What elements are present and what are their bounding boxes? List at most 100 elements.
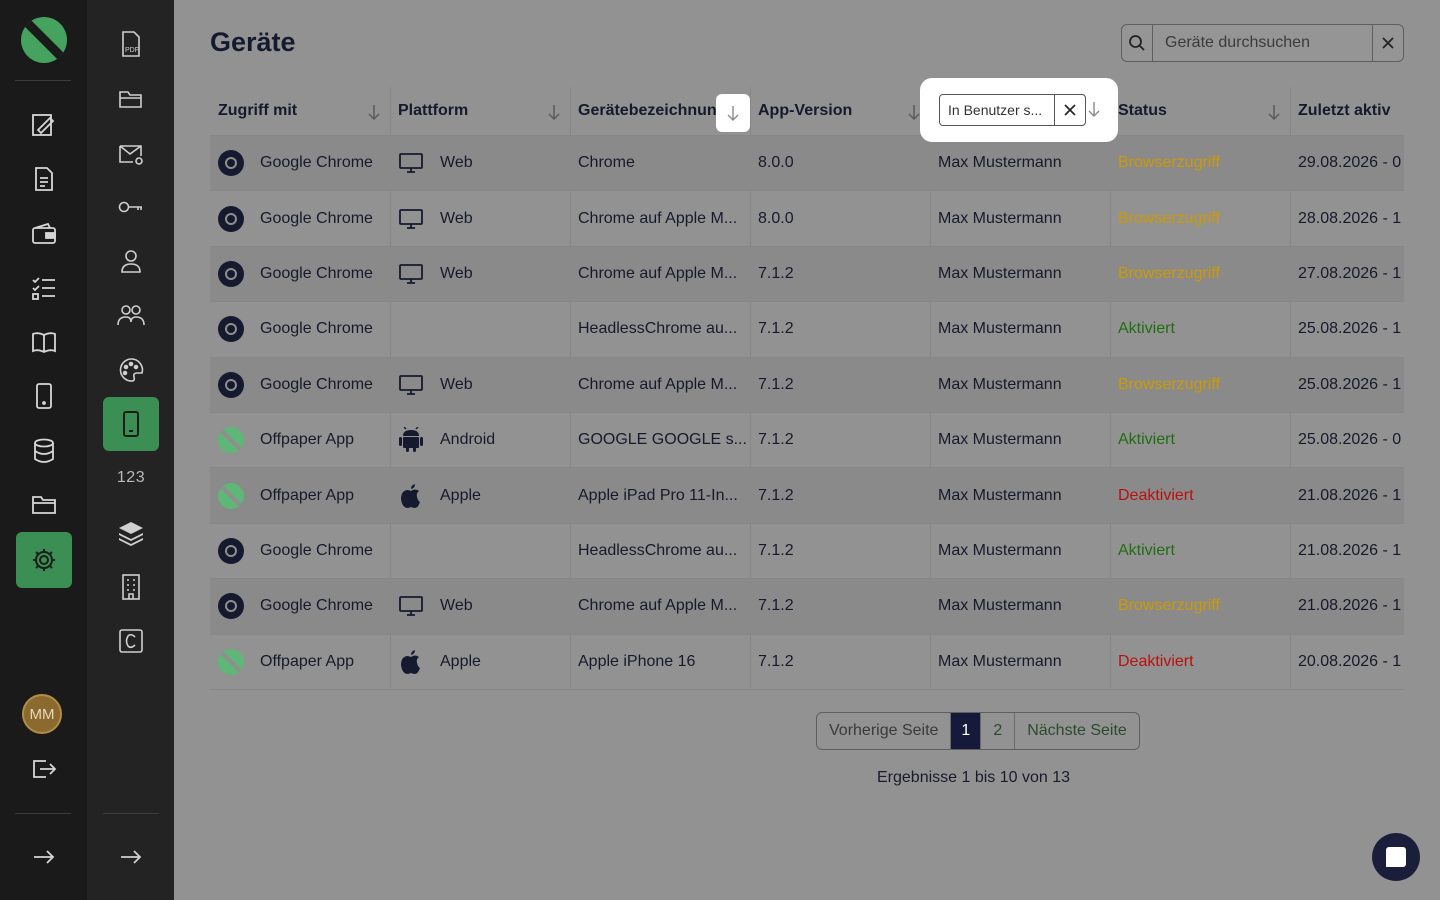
cell-user: Max Mustermann [938,320,1062,338]
table-row[interactable]: Google Chrome Web Chrome auf Apple M... 8.0… [210,190,1404,245]
platform-label: Web [440,597,473,615]
book-icon[interactable] [16,318,72,366]
device-search[interactable] [1121,24,1404,62]
cell-status: Deaktiviert [1118,652,1194,670]
access-label: Google Chrome [260,320,373,338]
divider [15,80,71,81]
platform-label: Android [440,431,496,449]
divider [15,813,71,814]
copyright-c-icon[interactable] [103,617,159,665]
cell-app-version: 7.1.2 [758,597,794,615]
prev-page-button[interactable]: Vorherige Seite [817,713,950,749]
access-label: Google Chrome [260,264,373,282]
palette-icon[interactable] [103,346,159,394]
cell-status: Browserzugriff [1118,154,1220,172]
column-header-label: App-Version [758,102,853,119]
app-logo[interactable] [21,17,67,63]
cell-access: Google Chrome [210,524,390,578]
access-label: Offpaper App [260,431,354,449]
table-row[interactable]: Offpaper App Android GOOGLE GOOGLE s... 7.1… [210,411,1404,467]
cell-platform: Web [390,358,570,412]
cell-device-name: HeadlessChrome au... [578,541,738,559]
search-icon[interactable] [1122,25,1153,61]
cell-app-version: 7.1.2 [758,652,794,670]
table-row[interactable]: Offpaper App Apple Apple iPhone 16 7.1.2 Max… [210,633,1404,689]
mail-at-icon[interactable] [103,130,159,178]
desktop-icon [398,372,424,398]
offpaper-icon [218,482,244,509]
cell-platform: Web [390,579,570,633]
database-icon[interactable] [16,427,72,475]
cell-app-version: 7.1.2 [758,541,794,559]
user-filter-field[interactable] [939,94,1086,126]
search-input[interactable] [1153,25,1372,61]
cell-status: Aktiviert [1118,541,1175,559]
column-header-plattform[interactable]: Plattform [390,87,570,135]
column-header-status[interactable]: Status [1110,87,1290,135]
cell-platform: Web [390,247,570,301]
main-content: Geräte Zugriff mit Plattform Gerätebezeich… [174,0,1440,900]
sort-arrow-icon[interactable] [1088,101,1100,122]
sort-arrow-icon[interactable] [368,104,380,125]
cell-user: Max Mustermann [938,541,1062,559]
sort-arrow-icon[interactable] [1268,104,1280,125]
chat-button[interactable] [1372,833,1420,881]
table-row[interactable]: Google Chrome Web Chrome 8.0.0 Max Musterman… [210,135,1404,191]
table-row[interactable]: Google Chrome Web Chrome auf Apple M... 7.1… [210,578,1404,634]
platform-label: Web [440,264,473,282]
building-icon[interactable] [103,563,159,611]
cell-app-version: 8.0.0 [758,209,794,227]
folder-icon[interactable] [16,480,72,528]
cell-platform: Web [390,191,570,245]
cell-status: Aktiviert [1118,431,1175,449]
close-icon[interactable] [1372,25,1403,61]
cell-app-version: 7.1.2 [758,431,794,449]
cell-access: Google Chrome [210,358,390,412]
table-row[interactable]: Google Chrome HeadlessChrome au... 7.1.2 Ma… [210,301,1404,356]
cell-device-name: HeadlessChrome au... [578,320,738,338]
folder-open-icon[interactable] [103,75,159,123]
table-row[interactable]: Google Chrome Web Chrome auf Apple M... 7.1… [210,245,1404,302]
sort-arrow-icon[interactable] [548,104,560,125]
key-icon[interactable] [103,183,159,231]
column-header-zuletzt-aktiv[interactable]: Zuletzt aktiv [1290,87,1404,135]
page-1-button[interactable]: 1 [950,713,981,749]
cell-platform: Apple [390,635,570,689]
table-row[interactable]: Google Chrome Web Chrome auf Apple M... 7.1… [210,356,1404,412]
logout-icon[interactable] [16,745,72,793]
expand-arrow-icon[interactable] [16,833,72,881]
page-2-button[interactable]: 2 [980,713,1014,749]
sort-arrow-icon[interactable] [908,104,920,125]
checklist-icon[interactable] [16,264,72,312]
number-range-label[interactable]: 123 [103,454,159,502]
expand-arrow-icon[interactable] [103,833,159,881]
column-header-app-version[interactable]: App-Version [750,87,930,135]
cell-last-active: 25.08.2026 - 0 [1298,431,1402,449]
edit-form-icon[interactable] [16,100,72,148]
cell-device-name: Apple iPhone 16 [578,652,696,670]
mobile-icon[interactable] [16,372,72,420]
cell-user: Max Mustermann [938,486,1062,504]
access-label: Google Chrome [260,541,373,559]
table-row[interactable]: Google Chrome HeadlessChrome au... 7.1.2 Ma… [210,522,1404,578]
cell-user: Max Mustermann [938,597,1062,615]
table-row[interactable]: Offpaper App Apple Apple iPad Pro 11-In...… [210,467,1404,523]
column-header-zugriff[interactable]: Zugriff mit [210,87,390,135]
sort-arrow-icon[interactable] [716,94,750,132]
access-label: Google Chrome [260,597,373,615]
layers-icon[interactable] [103,509,159,557]
wallet-icon[interactable] [16,210,72,258]
close-icon[interactable] [1054,95,1085,125]
device-mobile-icon[interactable] [103,397,159,451]
person-icon[interactable] [103,237,159,285]
group-icon[interactable] [103,291,159,339]
pdf-icon[interactable]: PDF [103,20,159,68]
user-filter-input[interactable] [940,95,1054,125]
access-label: Google Chrome [260,154,373,172]
user-avatar[interactable]: MM [22,694,62,734]
document-icon[interactable] [16,155,72,203]
primary-sidebar: MM [0,0,87,900]
settings-gear-icon[interactable] [16,532,72,588]
cell-last-active: 28.08.2026 - 1 [1298,209,1402,227]
next-page-button[interactable]: Nächste Seite [1014,713,1139,749]
